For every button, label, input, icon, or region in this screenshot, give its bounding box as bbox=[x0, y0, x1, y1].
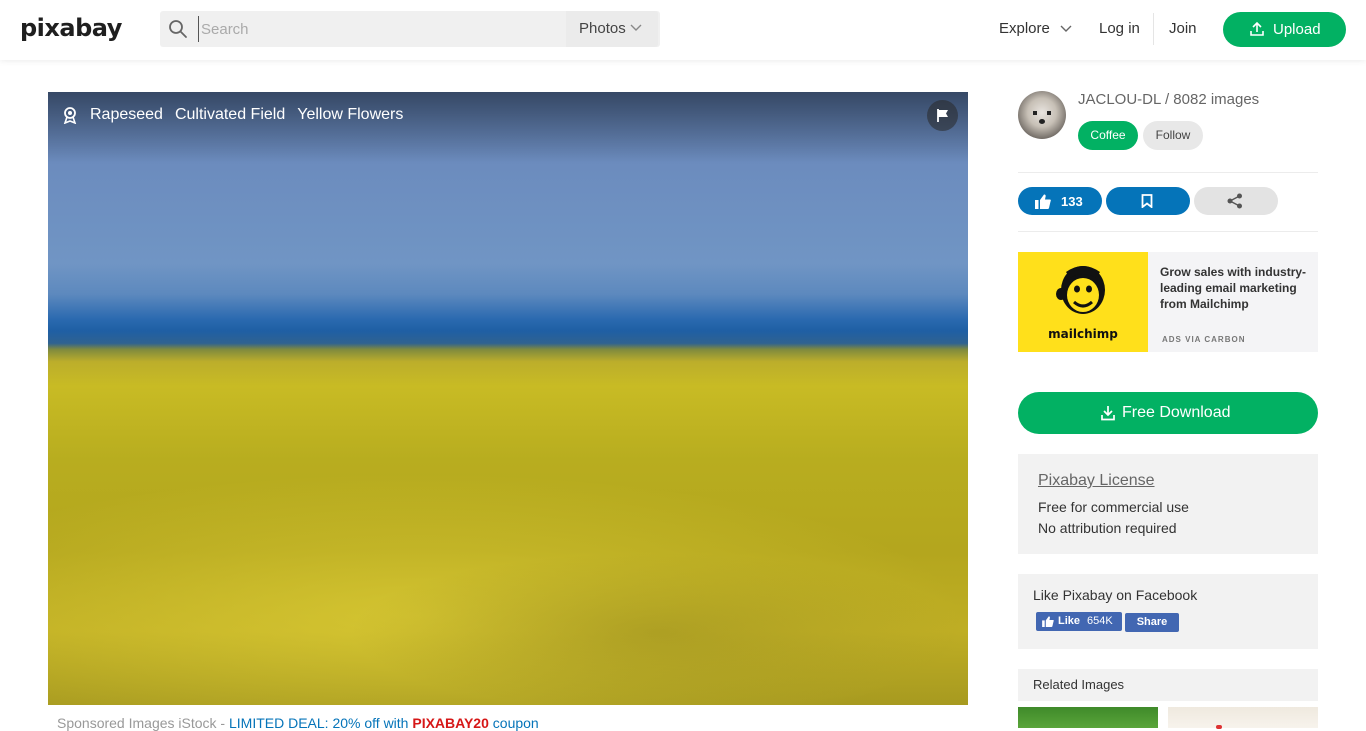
photo-top-shade bbox=[48, 92, 968, 162]
facebook-box: Like Pixabay on Facebook Like 654K Share bbox=[1018, 574, 1318, 649]
sponsored-line: Sponsored Images iStock - LIMITED DEAL: … bbox=[57, 715, 539, 731]
facebook-title: Like Pixabay on Facebook bbox=[1033, 587, 1198, 603]
bookmark-button[interactable] bbox=[1106, 187, 1190, 215]
tag-link[interactable]: Cultivated Field bbox=[175, 106, 285, 124]
divider bbox=[1018, 172, 1318, 173]
license-line: Free for commercial use bbox=[1038, 499, 1189, 515]
photo-tags: Rapeseed Cultivated Field Yellow Flowers bbox=[62, 106, 403, 124]
sponsored-deal-link[interactable]: LIMITED DEAL: 20% off with bbox=[229, 715, 412, 731]
like-button[interactable]: 133 bbox=[1018, 187, 1102, 215]
nav-explore[interactable]: Explore bbox=[999, 20, 1072, 37]
sponsored-code[interactable]: PIXABAY20 bbox=[412, 715, 489, 731]
share-button[interactable] bbox=[1194, 187, 1278, 215]
flag-icon bbox=[937, 109, 948, 122]
facebook-like-count: 654K bbox=[1087, 615, 1113, 627]
related-images-header: Related Images bbox=[1018, 669, 1318, 701]
tag-link[interactable]: Rapeseed bbox=[90, 106, 163, 124]
award-icon bbox=[63, 107, 77, 124]
avatar-eyes bbox=[1033, 111, 1051, 115]
upload-button[interactable]: Upload bbox=[1223, 12, 1346, 47]
facebook-share-button[interactable]: Share bbox=[1125, 613, 1179, 632]
thumbs-up-icon bbox=[1035, 194, 1051, 209]
user-name-link[interactable]: JACLOU-DL / 8082 images bbox=[1078, 91, 1259, 108]
coffee-button[interactable]: Coffee bbox=[1078, 121, 1138, 150]
nav-join[interactable]: Join bbox=[1169, 20, 1197, 37]
download-icon bbox=[1101, 406, 1115, 421]
bookmark-icon bbox=[1141, 194, 1153, 208]
chevron-down-icon bbox=[1060, 25, 1072, 32]
follow-button[interactable]: Follow bbox=[1143, 121, 1203, 150]
sponsored-suffix[interactable]: coupon bbox=[489, 715, 539, 731]
related-image-thumbnail[interactable] bbox=[1168, 707, 1318, 729]
sponsored-prefix: Sponsored Images iStock - bbox=[57, 715, 229, 731]
facebook-like-label: Like bbox=[1058, 615, 1081, 627]
photo-foreground-shadow bbox=[348, 552, 968, 705]
related-image-thumbnail[interactable] bbox=[1018, 707, 1158, 728]
mailchimp-logo[interactable]: mailchimp bbox=[1018, 252, 1148, 352]
license-line: No attribution required bbox=[1038, 520, 1177, 536]
mailchimp-wordmark: mailchimp bbox=[1048, 327, 1118, 341]
report-button[interactable] bbox=[927, 100, 958, 131]
thumbnail-detail bbox=[1216, 725, 1222, 729]
search-bar: Photos bbox=[160, 11, 660, 47]
free-download-button[interactable]: Free Download bbox=[1018, 392, 1318, 434]
upload-icon bbox=[1250, 21, 1264, 36]
pixabay-logo[interactable]: pixabay bbox=[20, 14, 122, 42]
search-type-label: Photos bbox=[579, 20, 626, 37]
ad-via-carbon[interactable]: ADS VIA CARBON bbox=[1162, 335, 1245, 344]
nav-divider bbox=[1153, 13, 1154, 45]
divider bbox=[1018, 231, 1318, 232]
top-header: pixabay Photos Explore Log in Join Uploa… bbox=[0, 0, 1366, 60]
avatar-nose bbox=[1039, 119, 1045, 124]
chevron-down-icon bbox=[630, 24, 642, 31]
nav-explore-label: Explore bbox=[999, 20, 1050, 37]
search-type-dropdown[interactable]: Photos bbox=[566, 11, 658, 47]
carbon-ad[interactable]: mailchimp Grow sales with industry-leadi… bbox=[1018, 252, 1318, 352]
related-images-title: Related Images bbox=[1033, 677, 1125, 692]
upload-label: Upload bbox=[1273, 21, 1321, 38]
mailchimp-freddie-icon bbox=[1056, 266, 1105, 314]
thumbs-up-icon bbox=[1042, 616, 1054, 627]
search-input[interactable] bbox=[198, 16, 558, 42]
facebook-like-button[interactable]: Like 654K bbox=[1036, 612, 1122, 631]
main-photo[interactable]: Rapeseed Cultivated Field Yellow Flowers bbox=[48, 92, 968, 705]
license-box: Pixabay License Free for commercial use … bbox=[1018, 454, 1318, 554]
download-label: Free Download bbox=[1122, 404, 1231, 421]
share-icon bbox=[1227, 193, 1242, 209]
nav-login[interactable]: Log in bbox=[1099, 20, 1140, 37]
like-count: 133 bbox=[1061, 194, 1083, 209]
avatar[interactable] bbox=[1018, 91, 1066, 139]
license-link[interactable]: Pixabay License bbox=[1038, 472, 1155, 490]
search-icon[interactable] bbox=[168, 19, 188, 39]
ad-text[interactable]: Grow sales with industry-leading email m… bbox=[1160, 264, 1310, 312]
tag-link[interactable]: Yellow Flowers bbox=[297, 106, 403, 124]
